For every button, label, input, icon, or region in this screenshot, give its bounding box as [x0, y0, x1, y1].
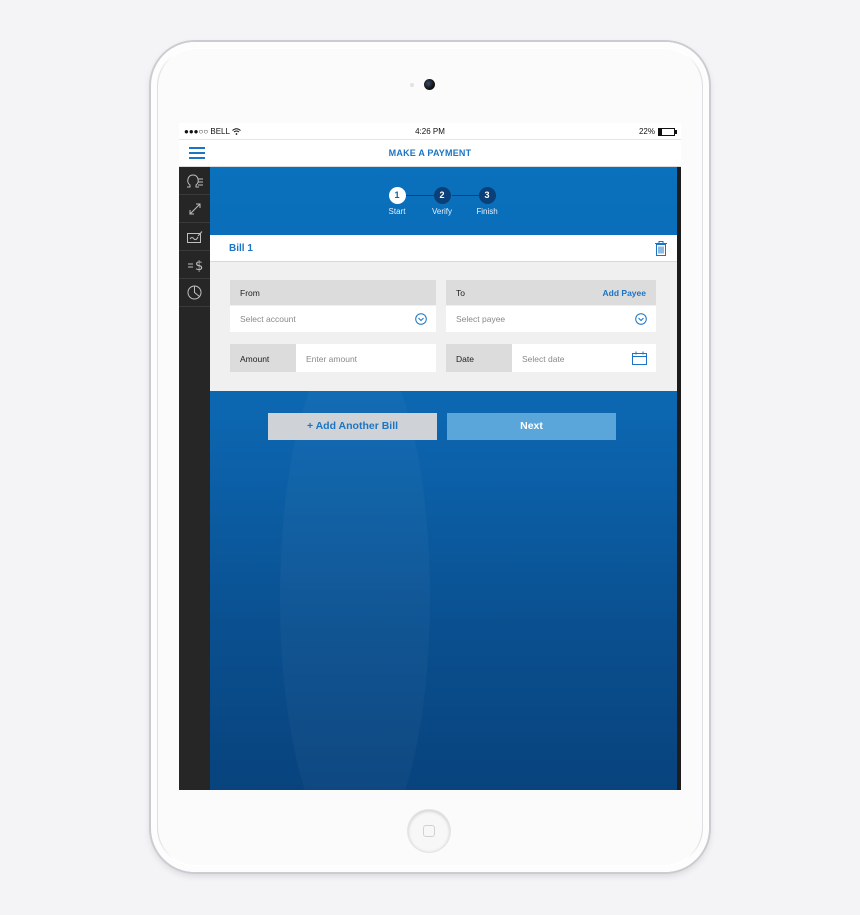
sidebar-item-accounts[interactable]	[179, 167, 210, 195]
chevron-down-icon	[415, 313, 427, 325]
page-title: MAKE A PAYMENT	[388, 148, 472, 158]
amount-placeholder: Enter amount	[306, 354, 358, 364]
pay-bill-icon	[186, 230, 202, 243]
date-placeholder: Select date	[522, 354, 565, 364]
top-nav-bar: MAKE A PAYMENT	[179, 140, 681, 167]
sidebar-item-insights[interactable]	[179, 279, 210, 307]
date-input[interactable]: Select date	[512, 344, 656, 372]
progress-stepper: 1 Start 2 Verify 3 Finish	[210, 167, 677, 235]
from-label-bar: From	[230, 280, 436, 305]
clock: 4:26 PM	[415, 127, 445, 136]
from-account-select[interactable]: Select account	[230, 306, 436, 332]
to-payee-select[interactable]: Select payee	[446, 306, 656, 332]
proximity-sensor	[410, 83, 414, 87]
chevron-down-icon	[635, 313, 647, 325]
add-payee-link[interactable]: Add Payee	[603, 288, 646, 298]
home-button[interactable]	[408, 810, 450, 852]
svg-text:$: $	[195, 259, 203, 272]
bill-card: Bill 1 From Select account To Add Payee …	[210, 235, 677, 391]
sidebar-item-money[interactable]: $	[179, 251, 210, 279]
next-button[interactable]: Next	[447, 413, 616, 440]
battery-percent: 22%	[638, 127, 655, 136]
step-finish: 3 Finish	[462, 187, 512, 216]
status-bar: ●●●○○ BELL 4:26 PM 22%	[179, 123, 681, 140]
money-icon: $	[187, 259, 203, 272]
to-label: To	[456, 288, 465, 298]
amount-input[interactable]: Enter amount	[296, 344, 436, 372]
bill-card-header: Bill 1	[210, 235, 677, 262]
add-another-bill-button[interactable]: + Add Another Bill	[268, 413, 437, 440]
trash-icon[interactable]	[655, 241, 667, 256]
app-screen: ●●●○○ BELL 4:26 PM 22% MAKE A PAYMENT $ …	[179, 123, 681, 790]
calendar-icon[interactable]	[632, 351, 647, 365]
main-content: 1 Start 2 Verify 3 Finish Bill 1 From Se…	[210, 167, 677, 790]
sidebar: $	[179, 167, 210, 790]
date-label: Date	[456, 354, 474, 364]
from-label: From	[240, 288, 260, 298]
transfer-icon	[189, 203, 200, 214]
from-account-placeholder: Select account	[240, 314, 296, 324]
accounts-icon	[186, 173, 203, 187]
bill-title: Bill 1	[229, 243, 253, 254]
pie-chart-icon	[187, 285, 202, 300]
sidebar-item-transfer[interactable]	[179, 195, 210, 223]
amount-label-box: Amount	[230, 344, 296, 372]
to-payee-placeholder: Select payee	[456, 314, 506, 324]
step-start: 1 Start	[372, 187, 422, 216]
front-camera	[424, 79, 435, 90]
step-verify: 2 Verify	[417, 187, 467, 216]
battery-indicator: 22%	[638, 127, 677, 136]
battery-icon	[658, 127, 677, 136]
to-label-bar: To Add Payee	[446, 280, 656, 305]
date-label-box: Date	[446, 344, 512, 372]
sidebar-item-pay-bill[interactable]	[179, 223, 210, 251]
amount-label: Amount	[240, 354, 270, 364]
